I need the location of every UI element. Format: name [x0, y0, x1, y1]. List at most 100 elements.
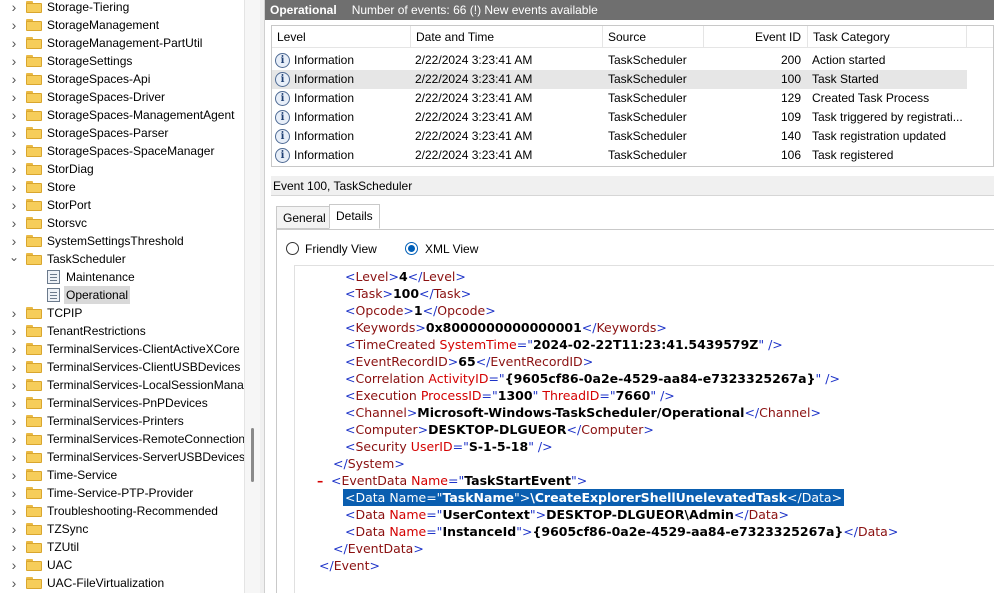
- tree-item[interactable]: › StorageSettings: [0, 52, 244, 70]
- tree-item[interactable]: › StorageManagement: [0, 16, 244, 34]
- column-header-event-id[interactable]: Event ID: [704, 26, 808, 48]
- tree-item[interactable]: › Time-Service-PTP-Provider: [0, 484, 244, 502]
- table-row[interactable]: i Information 2/22/2024 3:23:41 AM TaskSche…: [272, 108, 967, 127]
- chevron-right-icon[interactable]: ›: [9, 196, 19, 214]
- chevron-right-icon[interactable]: ›: [9, 484, 19, 502]
- cell-date: 2/22/2024 3:23:41 AM: [415, 72, 533, 86]
- column-header-level[interactable]: Level: [272, 26, 411, 48]
- chevron-right-icon[interactable]: ›: [9, 34, 19, 52]
- table-row[interactable]: i Information 2/22/2024 3:23:41 AM TaskSche…: [272, 89, 967, 108]
- chevron-right-icon[interactable]: ›: [9, 16, 19, 34]
- tree-item[interactable]: › TerminalServices-Printers: [0, 412, 244, 430]
- information-icon: i: [275, 91, 290, 106]
- tab-general[interactable]: General: [276, 206, 333, 229]
- chevron-right-icon[interactable]: ›: [9, 448, 19, 466]
- tree-item[interactable]: › StorageManagement-PartUtil: [0, 34, 244, 52]
- tree-item[interactable]: › TerminalServices-ClientActiveXCore: [0, 340, 244, 358]
- tree-item[interactable]: › TerminalServices-LocalSessionManag: [0, 376, 244, 394]
- chevron-right-icon[interactable]: ›: [9, 340, 19, 358]
- tree-item[interactable]: › StorageSpaces-Driver: [0, 88, 244, 106]
- cell-task-category: Task Started: [812, 72, 879, 86]
- tree-item[interactable]: Maintenance: [0, 268, 244, 286]
- folder-icon: [26, 379, 42, 391]
- tree-item[interactable]: › TerminalServices-PnPDevices: [0, 394, 244, 412]
- chevron-right-icon[interactable]: ›: [9, 376, 19, 394]
- chevron-right-icon[interactable]: ›: [9, 70, 19, 88]
- chevron-right-icon[interactable]: ›: [9, 88, 19, 106]
- tab-details[interactable]: Details: [329, 204, 380, 229]
- chevron-right-icon[interactable]: ›: [9, 0, 19, 16]
- chevron-right-icon[interactable]: ›: [9, 358, 19, 376]
- log-tree: › Storage-Tiering › StorageManagement › Stora…: [0, 0, 244, 593]
- tree-item[interactable]: › UAC-FileVirtualization: [0, 574, 244, 592]
- table-row[interactable]: i Information 2/22/2024 3:23:41 AM TaskSche…: [272, 146, 967, 165]
- chevron-right-icon[interactable]: ›: [9, 52, 19, 70]
- tree-item[interactable]: › SystemSettingsThreshold: [0, 232, 244, 250]
- chevron-down-icon[interactable]: ⌄: [9, 248, 19, 266]
- tree-item[interactable]: › TZSync: [0, 520, 244, 538]
- tree-scrollbar-thumb[interactable]: [251, 428, 254, 482]
- table-row[interactable]: i Information 2/22/2024 3:23:41 AM TaskSche…: [272, 51, 967, 70]
- xml-view-radio[interactable]: [405, 242, 418, 255]
- tree-item[interactable]: › TerminalServices-RemoteConnection: [0, 430, 244, 448]
- tree-item[interactable]: › StorageSpaces-ManagementAgent: [0, 106, 244, 124]
- friendly-view-radio[interactable]: [286, 242, 299, 255]
- chevron-right-icon[interactable]: ›: [9, 556, 19, 574]
- tree-item[interactable]: › StorPort: [0, 196, 244, 214]
- tree-item[interactable]: › TZUtil: [0, 538, 244, 556]
- chevron-right-icon[interactable]: ›: [9, 304, 19, 322]
- cell-source: TaskScheduler: [608, 53, 687, 67]
- xml-view[interactable]: <Level>4</Level> <Task>100</Task> <Opcod…: [294, 265, 994, 593]
- tree-item[interactable]: › StorDiag: [0, 160, 244, 178]
- tree-item[interactable]: › TenantRestrictions: [0, 322, 244, 340]
- tree-item[interactable]: › Troubleshooting-Recommended: [0, 502, 244, 520]
- tree-item[interactable]: ⌄ TaskScheduler: [0, 250, 244, 268]
- chevron-right-icon[interactable]: ›: [9, 160, 19, 178]
- tree-item[interactable]: › Storsvc: [0, 214, 244, 232]
- tree-item[interactable]: › TerminalServices-ServerUSBDevices: [0, 448, 244, 466]
- chevron-right-icon[interactable]: ›: [9, 412, 19, 430]
- tree-item[interactable]: › StorageSpaces-Parser: [0, 124, 244, 142]
- information-icon: i: [275, 129, 290, 144]
- chevron-right-icon[interactable]: ›: [9, 466, 19, 484]
- xml-view-label[interactable]: XML View: [425, 242, 478, 256]
- column-header-date[interactable]: Date and Time: [411, 26, 603, 48]
- tree-item[interactable]: › StorageSpaces-Api: [0, 70, 244, 88]
- table-row[interactable]: i Information 2/22/2024 3:23:41 AM TaskSche…: [272, 127, 967, 146]
- tree-item-label: Time-Service-PTP-Provider: [47, 486, 194, 500]
- column-header-source[interactable]: Source: [603, 26, 704, 48]
- folder-icon: [26, 253, 42, 265]
- chevron-right-icon[interactable]: ›: [9, 502, 19, 520]
- information-icon: i: [275, 148, 290, 163]
- chevron-right-icon[interactable]: ›: [9, 538, 19, 556]
- tree-item[interactable]: › UAC: [0, 556, 244, 574]
- chevron-right-icon[interactable]: ›: [9, 430, 19, 448]
- table-row[interactable]: i Information 2/22/2024 3:23:41 AM TaskSche…: [272, 70, 967, 89]
- tree-scrollbar[interactable]: [244, 0, 260, 593]
- tree-item[interactable]: › Storage-Tiering: [0, 0, 244, 16]
- tree-item[interactable]: › TCPIP: [0, 304, 244, 322]
- cell-source: TaskScheduler: [608, 148, 687, 162]
- tree-item[interactable]: › Time-Service: [0, 466, 244, 484]
- chevron-right-icon[interactable]: ›: [9, 142, 19, 160]
- column-header-task-category[interactable]: Task Category: [808, 26, 967, 48]
- tree-item[interactable]: › TerminalServices-ClientUSBDevices: [0, 358, 244, 376]
- chevron-right-icon[interactable]: ›: [9, 106, 19, 124]
- tree-item[interactable]: › Store: [0, 178, 244, 196]
- chevron-right-icon[interactable]: ›: [9, 394, 19, 412]
- tree-item[interactable]: Operational: [0, 286, 244, 304]
- chevron-right-icon[interactable]: ›: [9, 520, 19, 538]
- folder-icon: [26, 523, 42, 535]
- friendly-view-label[interactable]: Friendly View: [305, 242, 377, 256]
- chevron-right-icon[interactable]: ›: [9, 322, 19, 340]
- chevron-right-icon[interactable]: ›: [9, 574, 19, 592]
- chevron-right-icon[interactable]: ›: [9, 178, 19, 196]
- xml-data-taskname-line[interactable]: <Data Name="TaskName">\CreateExplorerShe…: [343, 489, 845, 506]
- tree-item-label: TerminalServices-ClientActiveXCore: [47, 342, 240, 356]
- xml-correlation-line: <Correlation ActivityID="{9605cf86-0a2e-…: [345, 371, 840, 386]
- chevron-right-icon[interactable]: ›: [9, 214, 19, 232]
- collapse-eventdata-icon[interactable]: –: [317, 472, 323, 489]
- folder-icon: [26, 487, 42, 499]
- tree-item[interactable]: › StorageSpaces-SpaceManager: [0, 142, 244, 160]
- chevron-right-icon[interactable]: ›: [9, 124, 19, 142]
